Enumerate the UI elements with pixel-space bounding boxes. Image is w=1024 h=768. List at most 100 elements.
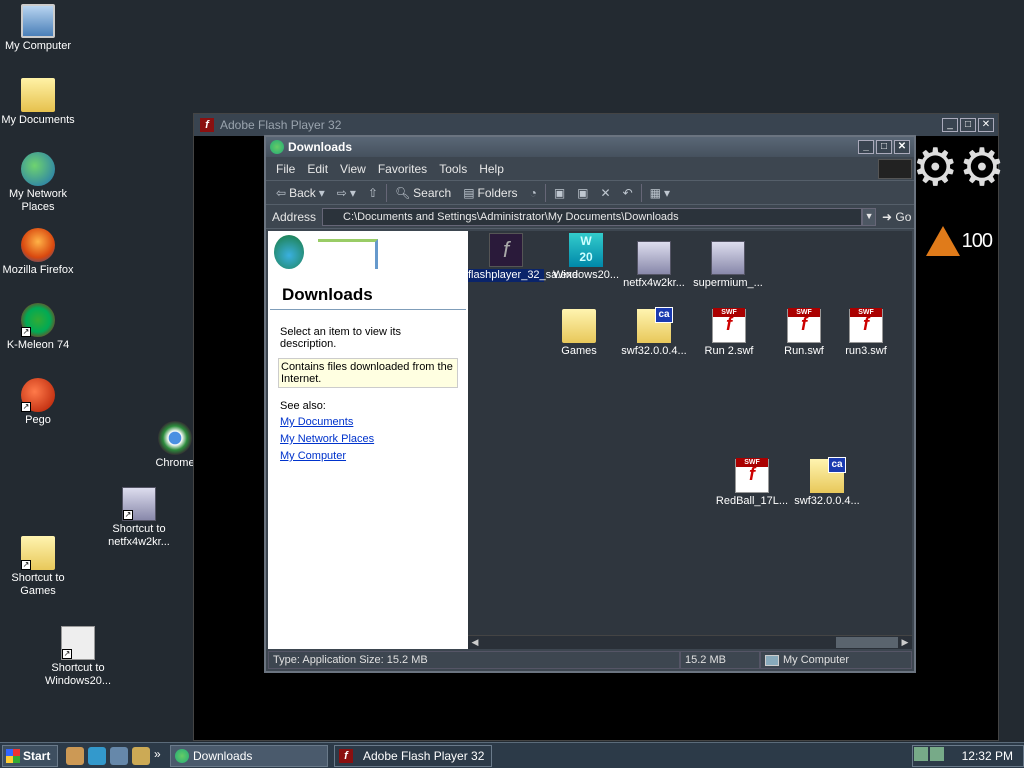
folder-games[interactable]: Games	[541, 309, 617, 358]
folders-icon: ▤	[463, 185, 475, 200]
address-input[interactable]	[322, 207, 863, 226]
file-run3-swf[interactable]: SWF f run3.swf	[828, 308, 904, 358]
file-redball-swf[interactable]: SWF f RedBall_17L...	[714, 458, 790, 508]
file-netfx[interactable]: netfx4w2kr...	[616, 241, 692, 290]
swf-icon: SWF f	[787, 308, 821, 343]
move-to-button[interactable]: ▣	[550, 186, 569, 200]
go-button[interactable]: ➜ Go	[882, 210, 911, 224]
flash-titlebar[interactable]: f Adobe Flash Player 32 _ □ ✕	[194, 114, 998, 136]
history-icon: ◔	[529, 185, 537, 200]
clock[interactable]: 12:32 PM	[962, 749, 1013, 763]
desktop-icon-kmeleon[interactable]: ↗ K-Meleon 74	[0, 303, 76, 352]
toolbar-separator	[385, 183, 387, 202]
horizontal-scrollbar[interactable]: ◀ ▶	[468, 635, 912, 649]
copy-to-button[interactable]: ▣	[573, 186, 592, 200]
close-button[interactable]: ✕	[894, 140, 910, 154]
start-button[interactable]: Start	[2, 744, 58, 767]
file-supermium[interactable]: supermium_...	[690, 241, 766, 290]
file-label: swf32.0.0.4...	[621, 345, 687, 357]
file-label: supermium_...	[693, 277, 763, 289]
link-my-network-places[interactable]: My Network Places	[280, 431, 456, 448]
menu-view[interactable]: View	[340, 162, 366, 176]
file-label: swf32.0.0.4...	[794, 495, 860, 507]
menu-help[interactable]: Help	[479, 162, 504, 176]
link-my-computer[interactable]: My Computer	[280, 448, 456, 465]
desktop-icon-netfx-shortcut[interactable]: ↗ Shortcut to netfx4w2kr...	[101, 487, 177, 549]
flash-score: 100	[925, 226, 993, 256]
up-folder-icon: ⇧	[367, 185, 378, 200]
up-folder-button[interactable]: ⇧	[364, 186, 382, 200]
tray-icons[interactable]	[913, 747, 946, 764]
scroll-right-button[interactable]: ▶	[898, 636, 912, 649]
file-icon: ↗	[61, 626, 95, 660]
minimize-button[interactable]: _	[858, 140, 874, 154]
desktop-icon-label: K-Meleon 74	[6, 339, 70, 351]
desktop-icon-label: Shortcut to Games	[11, 572, 65, 597]
menu-edit[interactable]: Edit	[307, 162, 328, 176]
scrollbar-thumb[interactable]	[836, 637, 898, 648]
views-button[interactable]: ▦ ▾	[646, 186, 674, 200]
desktop-icon-pego[interactable]: ↗ Pego	[0, 378, 76, 427]
computer-icon	[765, 654, 779, 666]
delete-icon: ✕	[600, 185, 611, 200]
desktop-icon-windows20-shortcut[interactable]: ↗ Shortcut to Windows20...	[40, 626, 116, 688]
file-label: run3.swf	[845, 345, 887, 357]
file-windows20[interactable]: W 20 Windows20...	[548, 233, 624, 282]
scroll-left-button[interactable]: ◀	[468, 636, 482, 649]
desktop-icon-label: My Computer	[4, 40, 72, 52]
windows-logo-icon	[878, 158, 912, 179]
downloads-titlebar[interactable]: Downloads _ □ ✕	[266, 137, 914, 157]
desktop-icon-games-shortcut[interactable]: ↗ Shortcut to Games	[0, 536, 76, 598]
flash-icon: f	[339, 748, 353, 763]
folder-download-icon	[175, 748, 189, 763]
minimize-button[interactable]: _	[942, 118, 958, 132]
file-run2-swf[interactable]: SWF f Run 2.swf	[691, 308, 767, 358]
desktop-icon-network-places[interactable]: My Network Places	[0, 152, 76, 214]
menu-tools[interactable]: Tools	[439, 162, 467, 176]
status-size: 15.2 MB	[680, 651, 760, 669]
file-flashplayer-exe[interactable]: f flashplayer_32_sa.exe	[468, 233, 578, 282]
search-button[interactable]: 🔍︎ Search	[391, 186, 455, 200]
quicklaunch-more-button[interactable]: »	[154, 747, 164, 765]
menu-file[interactable]: File	[276, 162, 295, 176]
history-button[interactable]: ◔	[526, 186, 541, 200]
desktop-icon-my-documents[interactable]: My Documents	[0, 78, 76, 127]
back-button[interactable]: ⇦ Back ▾	[272, 186, 329, 200]
forward-button[interactable]: ⇨ ▾	[333, 186, 360, 200]
folder-swf32[interactable]: ca swf32.0.0.4...	[616, 307, 692, 358]
desktop-icon-firefox[interactable]: Mozilla Firefox	[0, 228, 76, 277]
see-also-label: See also:	[280, 400, 326, 412]
explorer-icon[interactable]	[132, 746, 150, 765]
desktop-icon-chrome[interactable]: Chrome	[153, 421, 197, 470]
outlook-icon[interactable]	[66, 746, 84, 765]
maximize-button[interactable]: □	[960, 118, 976, 132]
documents-icon	[21, 78, 55, 112]
chevron-down-icon: ▾	[318, 185, 325, 200]
desktop-icon[interactable]	[110, 746, 128, 765]
folder-download-icon	[270, 140, 284, 154]
link-my-documents[interactable]: My Documents	[280, 414, 456, 431]
toolbar-separator	[640, 183, 642, 202]
address-dropdown-button[interactable]: ▼	[862, 207, 877, 226]
desktop-icon-my-computer[interactable]: My Computer	[0, 4, 76, 53]
gear-icon: ⚙⚙	[912, 139, 1006, 197]
maximize-button[interactable]: □	[876, 140, 892, 154]
folders-button[interactable]: ▤ Folders	[459, 186, 521, 200]
swf-icon: SWF f	[712, 308, 746, 343]
ca-folder-icon: ca	[810, 457, 846, 493]
network-icon	[21, 152, 55, 186]
chevron-down-icon: ▾	[349, 185, 356, 200]
menu-favorites[interactable]: Favorites	[378, 162, 427, 176]
downloads-window[interactable]: Downloads _ □ ✕ File Edit View Favorites…	[264, 135, 916, 673]
ie-icon[interactable]	[88, 746, 106, 765]
undo-button[interactable]: ↶	[619, 186, 637, 200]
delete-button[interactable]: ✕	[597, 186, 615, 200]
file-list[interactable]: f flashplayer_32_sa.exe W 20 Windows20...…	[468, 231, 912, 649]
ca-folder-icon: ca	[637, 307, 673, 343]
task-flash-player[interactable]: f Adobe Flash Player 32	[334, 744, 492, 767]
task-downloads[interactable]: Downloads	[170, 744, 328, 767]
desktop-icon-label: Chrome	[155, 457, 195, 469]
folder-swf32-2[interactable]: ca swf32.0.0.4...	[789, 457, 865, 508]
close-button[interactable]: ✕	[978, 118, 994, 132]
kmeleon-icon: ↗	[21, 303, 55, 337]
